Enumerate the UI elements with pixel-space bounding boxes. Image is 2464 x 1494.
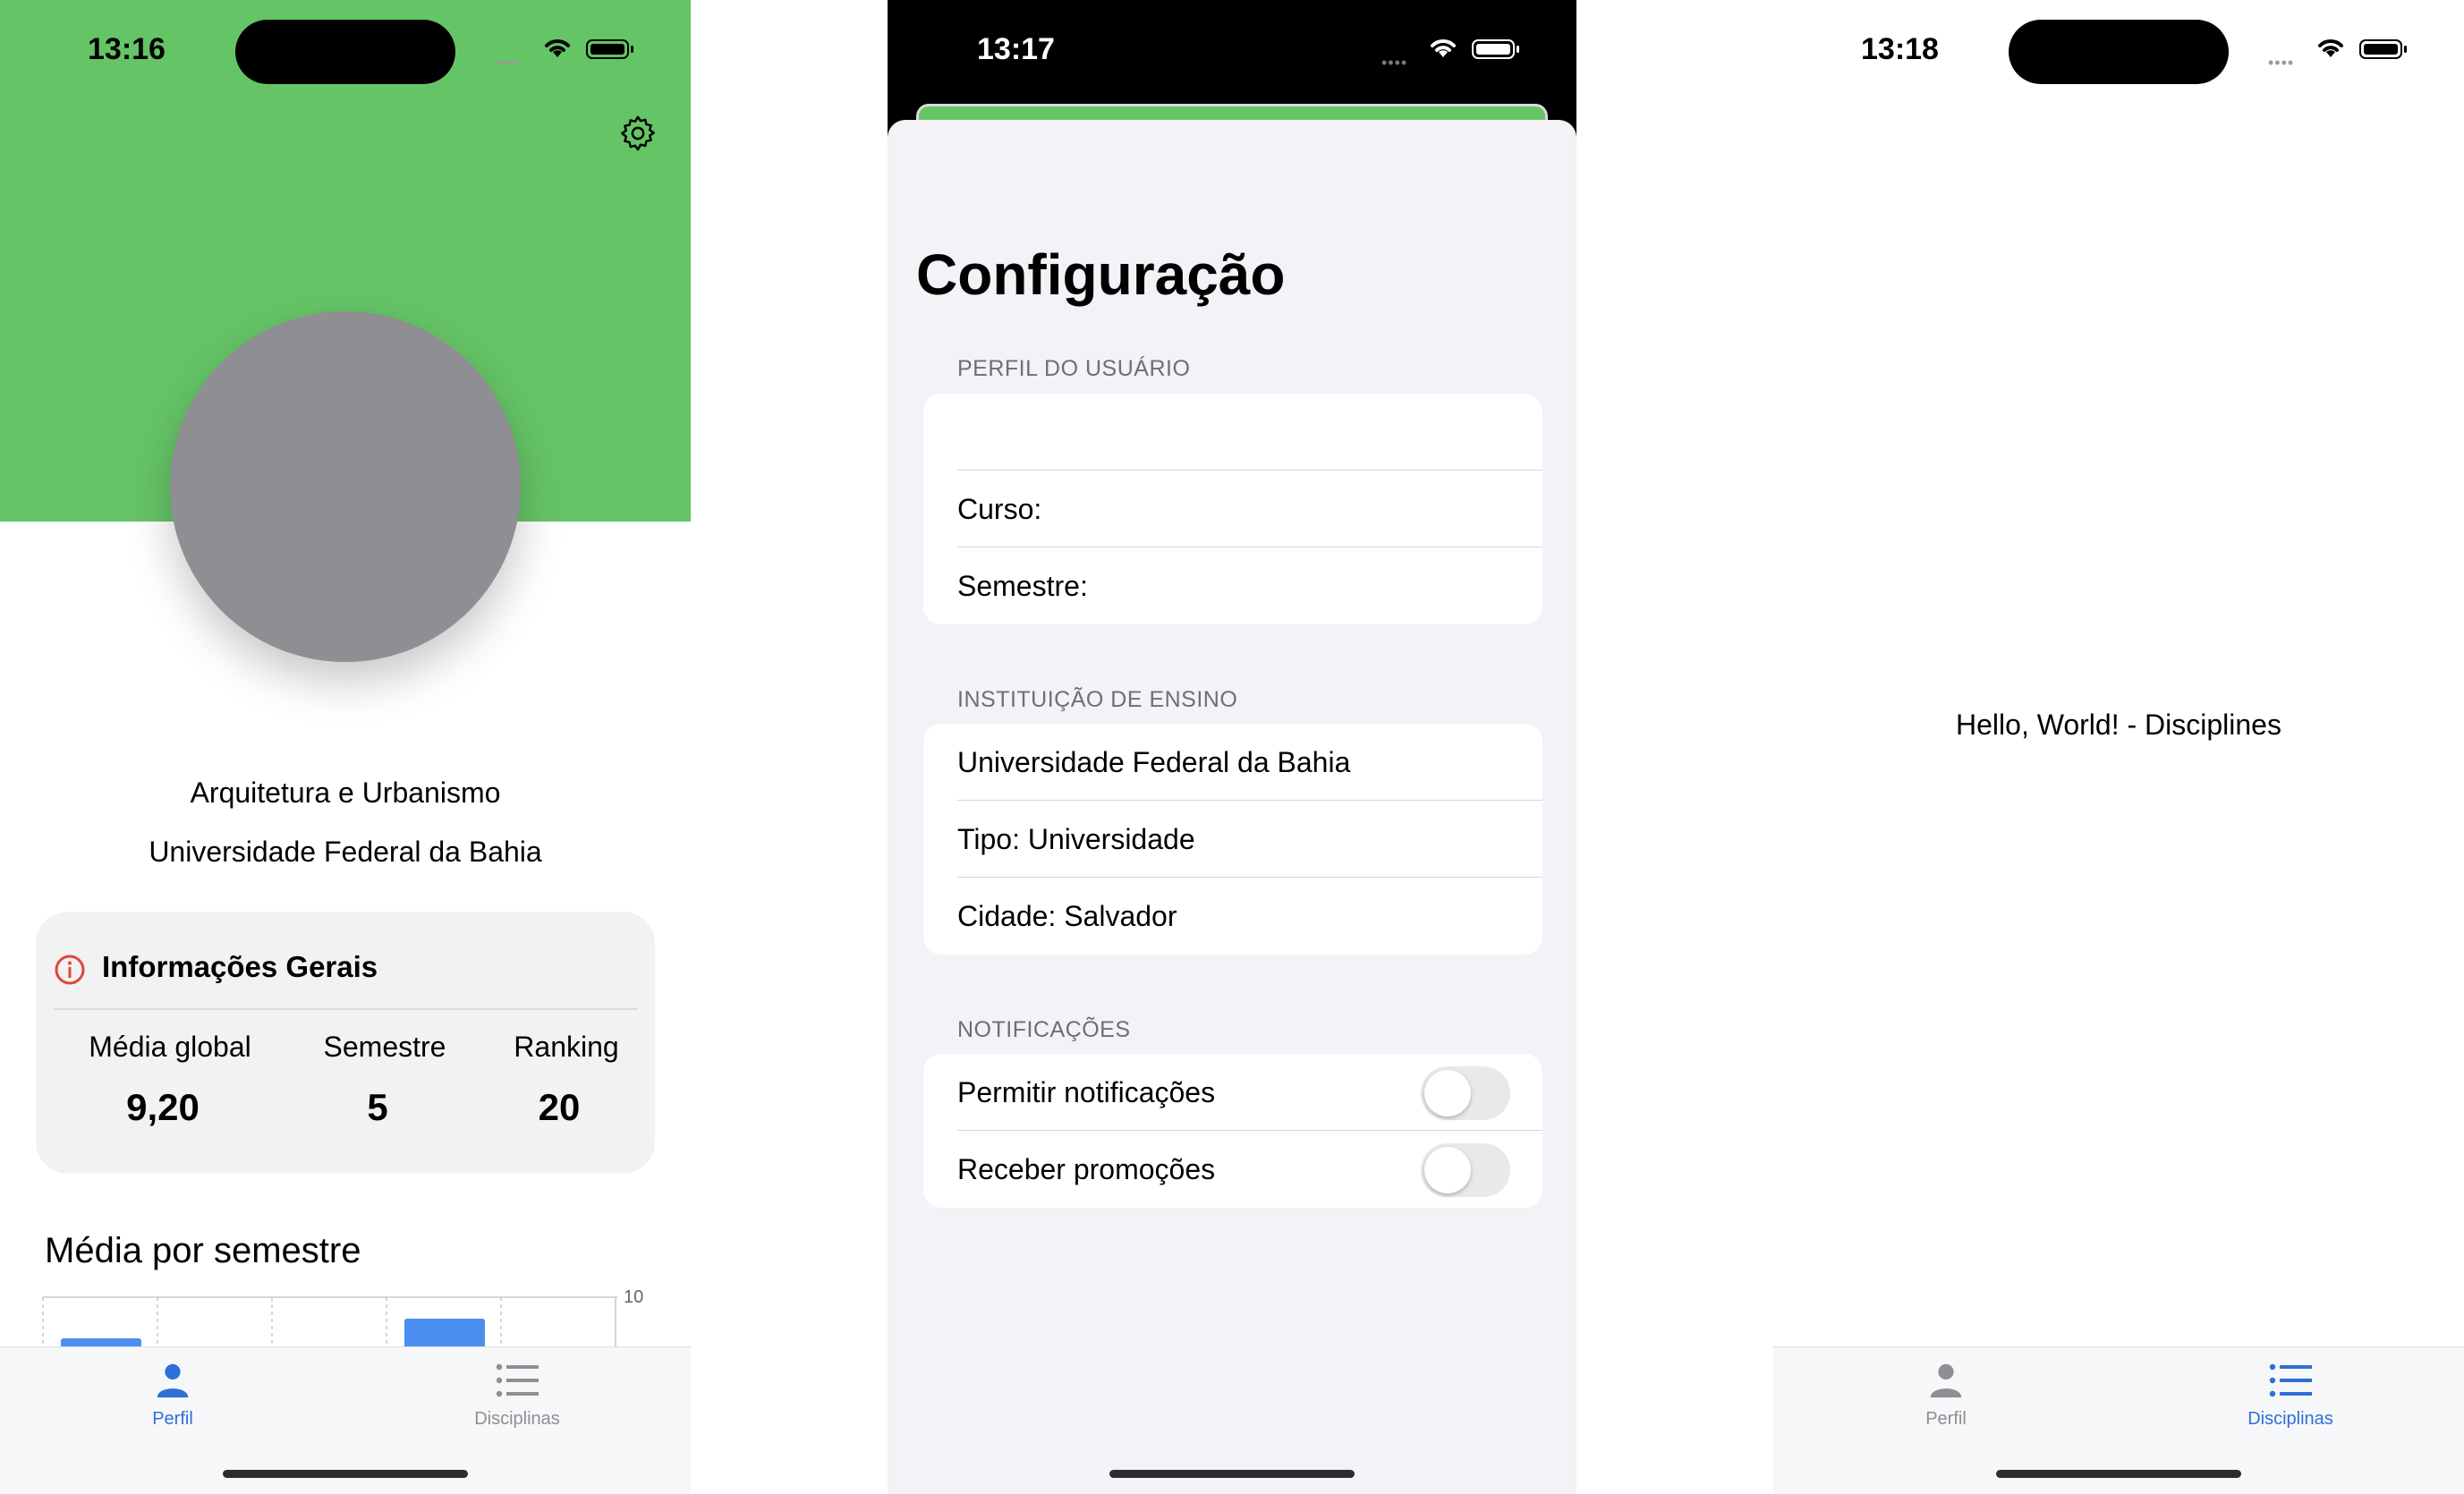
stat-value-ranking: 20 xyxy=(538,1086,581,1128)
list-icon[interactable] xyxy=(2269,1362,2312,1399)
allow-notifications-row: Permitir notificações xyxy=(923,1054,1542,1131)
name-row[interactable] xyxy=(923,394,1542,471)
gear-icon[interactable] xyxy=(617,113,658,154)
chart-title: Média por semestre xyxy=(45,1231,361,1270)
dynamic-island xyxy=(2009,20,2229,84)
stat-label-ranking: Ranking xyxy=(514,1031,619,1063)
semester-chart: 10 xyxy=(42,1287,643,1353)
city-row[interactable]: Cidade: Salvador xyxy=(923,878,1542,955)
stat-label-media: Média global xyxy=(89,1031,251,1063)
home-indicator xyxy=(1109,1470,1355,1478)
wifi-icon xyxy=(1431,39,1456,57)
section-header-profile: PERFIL DO USUÁRIO xyxy=(957,356,1191,381)
disciplines-screen: 13:18 •••• Hello, World! - Disciplines P… xyxy=(1773,0,2464,1494)
allow-notifications-toggle[interactable] xyxy=(1421,1066,1510,1120)
wifi-icon xyxy=(2318,39,2343,57)
battery-icon xyxy=(1472,39,1519,59)
toggle-knob xyxy=(1424,1147,1471,1193)
battery-icon xyxy=(2359,39,2407,59)
signal-icon: •••• xyxy=(1381,54,1408,72)
hello-message: Hello, World! - Disciplines xyxy=(1956,709,2281,741)
signal-icon: •••• xyxy=(495,54,522,72)
profile-group: Curso: Semestre: xyxy=(923,394,1542,624)
university-name: Universidade Federal da Bahia xyxy=(149,836,542,868)
home-indicator xyxy=(223,1470,468,1478)
status-time: 13:17 xyxy=(977,32,1055,66)
chart-y-tick: 10 xyxy=(624,1287,643,1307)
allow-notifications-label: Permitir notificações xyxy=(957,1076,1216,1108)
signal-icon: •••• xyxy=(2268,54,2295,72)
section-header-notifications: NOTIFICAÇÕES xyxy=(957,1017,1131,1042)
tab-perfil[interactable]: Perfil xyxy=(125,1409,220,1430)
receive-promotions-toggle[interactable] xyxy=(1421,1143,1510,1197)
institution-name: Universidade Federal da Bahia xyxy=(957,746,1351,778)
status-time: 13:18 xyxy=(1861,32,1939,66)
semester-label: Semestre: xyxy=(957,570,1088,602)
battery-icon xyxy=(586,39,633,59)
wifi-icon xyxy=(545,39,570,57)
person-icon[interactable] xyxy=(1925,1360,1967,1401)
course-row[interactable]: Curso: xyxy=(923,471,1542,548)
section-header-institution: INSTITUIÇÃO DE ENSINO xyxy=(957,687,1238,712)
stat-value-media: 9,20 xyxy=(126,1086,200,1128)
home-indicator xyxy=(1996,1470,2241,1478)
status-time: 13:16 xyxy=(88,32,166,66)
notifications-group: Permitir notificações Receber promoções xyxy=(923,1054,1542,1208)
semester-row[interactable]: Semestre: xyxy=(923,548,1542,624)
course-label: Curso: xyxy=(957,493,1042,525)
institution-row[interactable]: Universidade Federal da Bahia xyxy=(923,724,1542,801)
list-icon[interactable] xyxy=(496,1362,539,1399)
institution-city: Cidade: Salvador xyxy=(957,900,1177,932)
stat-label-semestre: Semestre xyxy=(323,1031,446,1063)
person-icon[interactable] xyxy=(152,1360,193,1401)
tab-perfil[interactable]: Perfil xyxy=(1899,1409,1993,1430)
avatar xyxy=(170,311,521,662)
info-icon xyxy=(55,955,85,985)
stat-value-semestre: 5 xyxy=(367,1086,388,1128)
course-name: Arquitetura e Urbanismo xyxy=(190,777,501,809)
type-row[interactable]: Tipo: Universidade xyxy=(923,801,1542,878)
settings-screen: 13:17 •••• Configuração PERFIL DO USUÁRI… xyxy=(888,0,1576,1494)
page-title: Configuração xyxy=(916,242,1286,307)
divider xyxy=(54,1008,637,1010)
institution-type: Tipo: Universidade xyxy=(957,823,1195,855)
receive-promotions-row: Receber promoções xyxy=(923,1131,1542,1208)
receive-promotions-label: Receber promoções xyxy=(957,1153,1216,1185)
info-card-title: Informações Gerais xyxy=(102,950,378,983)
tab-disciplinas[interactable]: Disciplinas xyxy=(2221,1409,2360,1430)
toggle-knob xyxy=(1424,1070,1471,1116)
dynamic-island xyxy=(235,20,455,84)
institution-group: Universidade Federal da Bahia Tipo: Univ… xyxy=(923,724,1542,955)
tab-disciplinas[interactable]: Disciplinas xyxy=(447,1409,587,1430)
profile-screen: 13:16 •••• Arquitetura e Urbanismo Unive… xyxy=(0,0,691,1494)
